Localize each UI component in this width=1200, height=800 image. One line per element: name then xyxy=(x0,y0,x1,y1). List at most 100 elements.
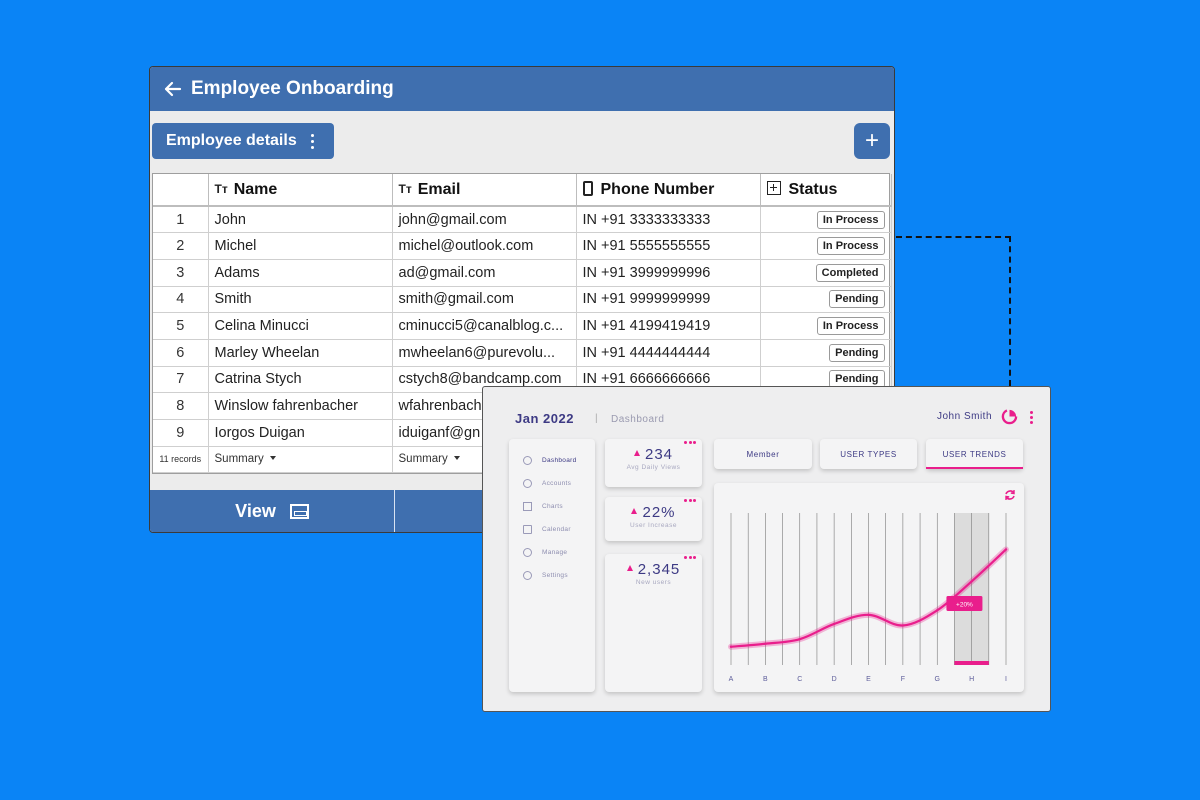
stat-label: Avg Daily Views xyxy=(626,464,681,471)
index-column-header xyxy=(153,174,209,207)
back-arrow-icon[interactable] xyxy=(158,74,188,104)
data-point xyxy=(764,642,767,645)
column-header-status[interactable]: Status xyxy=(760,174,892,207)
more-options-icon[interactable] xyxy=(310,133,314,149)
status-badge[interactable]: Pending xyxy=(829,290,885,309)
dashboard-icon xyxy=(523,456,532,465)
view-label: View xyxy=(235,500,276,521)
add-employee-button[interactable]: + xyxy=(854,123,890,159)
row-number: 4 xyxy=(153,286,209,314)
more-options-icon[interactable] xyxy=(684,441,696,444)
name-cell: Smith xyxy=(208,286,393,314)
stat-label: User Increase xyxy=(630,522,677,529)
x-tick-label: C xyxy=(797,676,802,683)
status-cell: Pending xyxy=(760,286,892,314)
email-cell: cminucci5@canalblog.c... xyxy=(392,312,577,340)
view-button[interactable]: View xyxy=(150,490,395,532)
data-point xyxy=(1004,548,1008,551)
trend-up-icon xyxy=(633,450,640,456)
column-header-name[interactable]: Tт Name xyxy=(208,174,393,207)
avatar[interactable] xyxy=(1001,408,1018,425)
tab-member[interactable]: Member xyxy=(714,439,812,469)
row-number: 8 xyxy=(153,392,209,420)
sidebar-item-charts[interactable]: Charts xyxy=(509,495,595,518)
table-row[interactable]: 4 Smith smith@gmail.com IN +91 9999999999 Pe… xyxy=(153,286,892,314)
tab-user-trends[interactable]: USER TRENDS xyxy=(926,439,1023,469)
breadcrumb: Dashboard xyxy=(611,414,665,425)
phone-cell: IN +91 3999999996 xyxy=(576,259,761,287)
employee-details-button[interactable]: Employee details xyxy=(152,123,334,159)
status-badge[interactable]: In Process xyxy=(816,317,885,336)
data-point xyxy=(970,580,973,583)
row-number: 5 xyxy=(153,312,209,340)
caret-down-icon xyxy=(453,456,460,461)
name-cell: Iorgos Duigan xyxy=(208,419,393,447)
trend-up-icon xyxy=(631,508,638,514)
name-cell: Celina Minucci xyxy=(208,312,393,340)
status-badge[interactable]: In Process xyxy=(816,210,885,229)
row-number: 6 xyxy=(153,339,209,367)
table-row[interactable]: 6 Marley Wheelan mwheelan6@purevolu... IN +… xyxy=(153,339,892,367)
sidebar-item-calendar[interactable]: Calendar xyxy=(509,518,595,541)
title-separator: | xyxy=(595,413,598,424)
phone-cell: IN +91 3333333333 xyxy=(576,206,761,234)
x-tick-label: A xyxy=(729,676,734,683)
status-badge[interactable]: Pending xyxy=(829,343,885,362)
tab-user-types[interactable]: USER TYPES xyxy=(820,439,917,469)
user-name[interactable]: John Smith xyxy=(937,411,992,422)
name-cell: Adams xyxy=(208,259,393,287)
stat-card-increase[interactable]: 22% User Increase xyxy=(605,497,702,541)
data-point xyxy=(729,645,733,648)
row-number: 2 xyxy=(153,232,209,260)
name-cell: John xyxy=(208,206,393,234)
stat-card-views[interactable]: 234 Avg Daily Views xyxy=(605,439,702,487)
email-cell: john@gmail.com xyxy=(392,206,577,234)
row-number: 7 xyxy=(153,366,209,394)
phone-icon xyxy=(582,180,593,196)
name-cell: Michel xyxy=(208,232,393,260)
dashboard-period-title: Jan 2022 xyxy=(515,411,574,426)
x-tick-label: F xyxy=(901,676,905,683)
refresh-icon[interactable] xyxy=(1004,489,1016,501)
sidebar-item-dashboard[interactable]: Dashboard xyxy=(509,449,595,472)
stat-card-new-users[interactable]: 2,345 New users xyxy=(605,554,702,692)
stat-value: 22% xyxy=(605,504,702,521)
table-row[interactable]: 5 Celina Minucci cminucci5@canalblog.c... I… xyxy=(153,312,892,340)
more-options-icon[interactable] xyxy=(1030,411,1033,424)
table-row[interactable]: 1 John john@gmail.com IN +91 3333333333 In P… xyxy=(153,206,892,234)
sidebar-item-settings[interactable]: Settings xyxy=(509,564,595,587)
table-row[interactable]: 2 Michel michel@outlook.com IN +91 55555555… xyxy=(153,232,892,260)
status-badge[interactable]: Completed xyxy=(815,263,885,282)
name-cell: Winslow fahrenbacher xyxy=(208,392,393,420)
name-cell: Marley Wheelan xyxy=(208,339,393,367)
status-badge[interactable]: In Process xyxy=(816,237,885,256)
text-type-icon: Tт xyxy=(214,181,228,196)
phone-cell: IN +91 4444444444 xyxy=(576,339,761,367)
data-point xyxy=(901,624,905,627)
name-summary-dropdown[interactable]: Summary xyxy=(208,446,393,473)
data-point xyxy=(867,613,870,617)
x-tick-label: I xyxy=(1005,676,1007,683)
sidebar-item-accounts[interactable]: Accounts xyxy=(509,472,595,495)
x-tick-label: D xyxy=(832,676,837,683)
table-row[interactable]: 3 Adams ad@gmail.com IN +91 3999999996 Compl… xyxy=(153,259,892,287)
row-number: 3 xyxy=(153,259,209,287)
user-trends-chart: +20% A B C D E F G H I xyxy=(714,483,1024,692)
status-cell: In Process xyxy=(760,312,892,340)
onboarding-header: Employee Onboarding xyxy=(150,67,894,111)
column-header-phone[interactable]: Phone Number xyxy=(576,174,761,207)
x-tick-label: E xyxy=(866,676,871,683)
more-options-icon[interactable] xyxy=(684,499,696,502)
bar-chart-icon xyxy=(523,502,532,511)
x-tick-label: B xyxy=(763,676,768,683)
x-tick-label: G xyxy=(935,676,940,683)
column-header-email[interactable]: Tт Email xyxy=(392,174,577,207)
more-options-icon[interactable] xyxy=(684,556,696,559)
status-cell: In Process xyxy=(760,232,892,260)
sidebar-item-manage[interactable]: Manage xyxy=(509,541,595,564)
manage-icon xyxy=(523,548,532,557)
trend-up-icon xyxy=(626,565,633,571)
record-count: 11 records xyxy=(153,446,209,473)
data-point xyxy=(832,622,836,626)
onboarding-title: Employee Onboarding xyxy=(191,78,394,99)
